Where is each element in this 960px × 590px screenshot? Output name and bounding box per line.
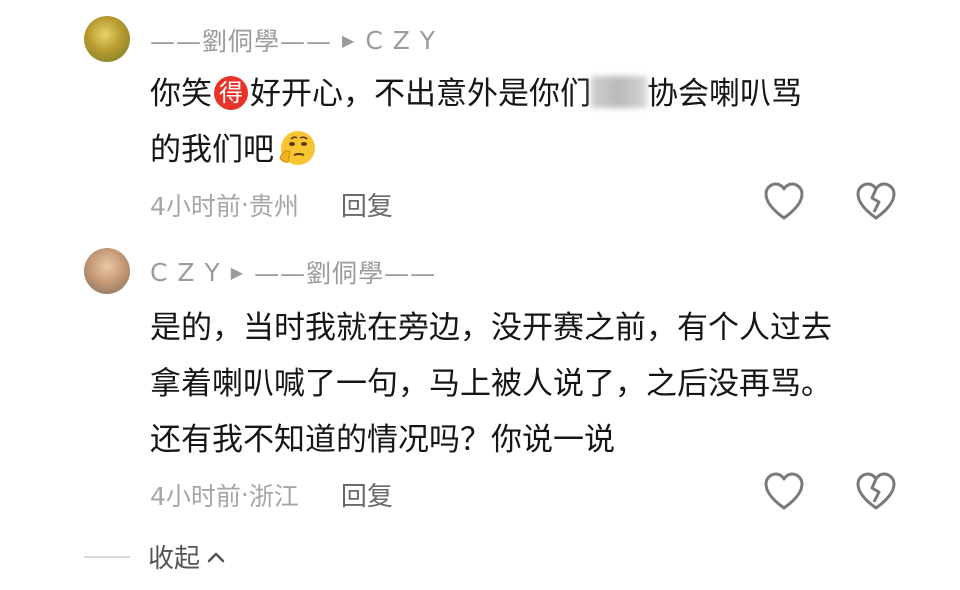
reply-button[interactable]: 回复 [341,186,393,223]
text-line: 是的，当时我就在旁边，没开赛之前，有个人过去 [150,310,832,346]
reply-button[interactable]: 回复 [341,476,393,513]
avatar[interactable] [84,248,130,294]
location: 贵州 [248,191,299,221]
location: 浙江 [248,481,299,511]
author-name[interactable]: ——劉侗學—— [150,22,332,58]
comment-meta: ——劉侗學—— ▶ C Z Y [150,22,436,58]
reply-arrow-icon: ▶ [230,262,245,282]
comment-meta: C Z Y ▶ ——劉侗學—— [150,254,436,290]
text-segment: 好开心，不出意外是你们 [250,76,591,112]
thinking-emoji-icon [279,131,315,165]
redacted-blur [591,76,647,108]
like-heart-icon[interactable] [762,180,806,224]
separator: · [240,190,249,219]
comment-footer: 4小时前 · 贵州 回复 [150,186,393,223]
reply-to-name[interactable]: C Z Y [365,26,436,55]
text-line: 还有我不知道的情况吗？你说一说 [150,422,615,458]
like-heart-icon[interactable] [762,470,806,514]
chevron-up-icon[interactable] [206,550,226,564]
dislike-broken-heart-icon[interactable] [854,470,898,514]
reply-arrow-icon: ▶ [342,30,356,50]
text-segment: 的我们吧 [150,132,274,168]
reply-to-name[interactable]: ——劉侗學—— [254,254,436,290]
collapse-replies[interactable]: 收起 [84,538,226,575]
author-name[interactable]: C Z Y [150,258,221,287]
divider [84,555,130,558]
text-segment: 你笑 [150,76,212,112]
comment-text: 你笑得好开心，不出意外是你们 协会喇叭骂 的我们吧 [150,66,802,178]
text-segment: 协会喇叭骂 [647,76,802,112]
avatar[interactable] [84,16,130,62]
comment-text: 是的，当时我就在旁边，没开赛之前，有个人过去 拿着喇叭喊了一句，马上被人说了，之… [150,300,832,468]
text-line: 拿着喇叭喊了一句，马上被人说了，之后没再骂。 [150,366,832,402]
collapse-button[interactable]: 收起 [148,538,200,575]
separator: · [240,480,249,509]
timestamp: 4小时前 [150,191,241,221]
de-badge-icon: 得 [214,76,248,110]
comment-footer: 4小时前 · 浙江 回复 [150,476,393,513]
dislike-broken-heart-icon[interactable] [854,180,898,224]
timestamp: 4小时前 [150,481,241,511]
